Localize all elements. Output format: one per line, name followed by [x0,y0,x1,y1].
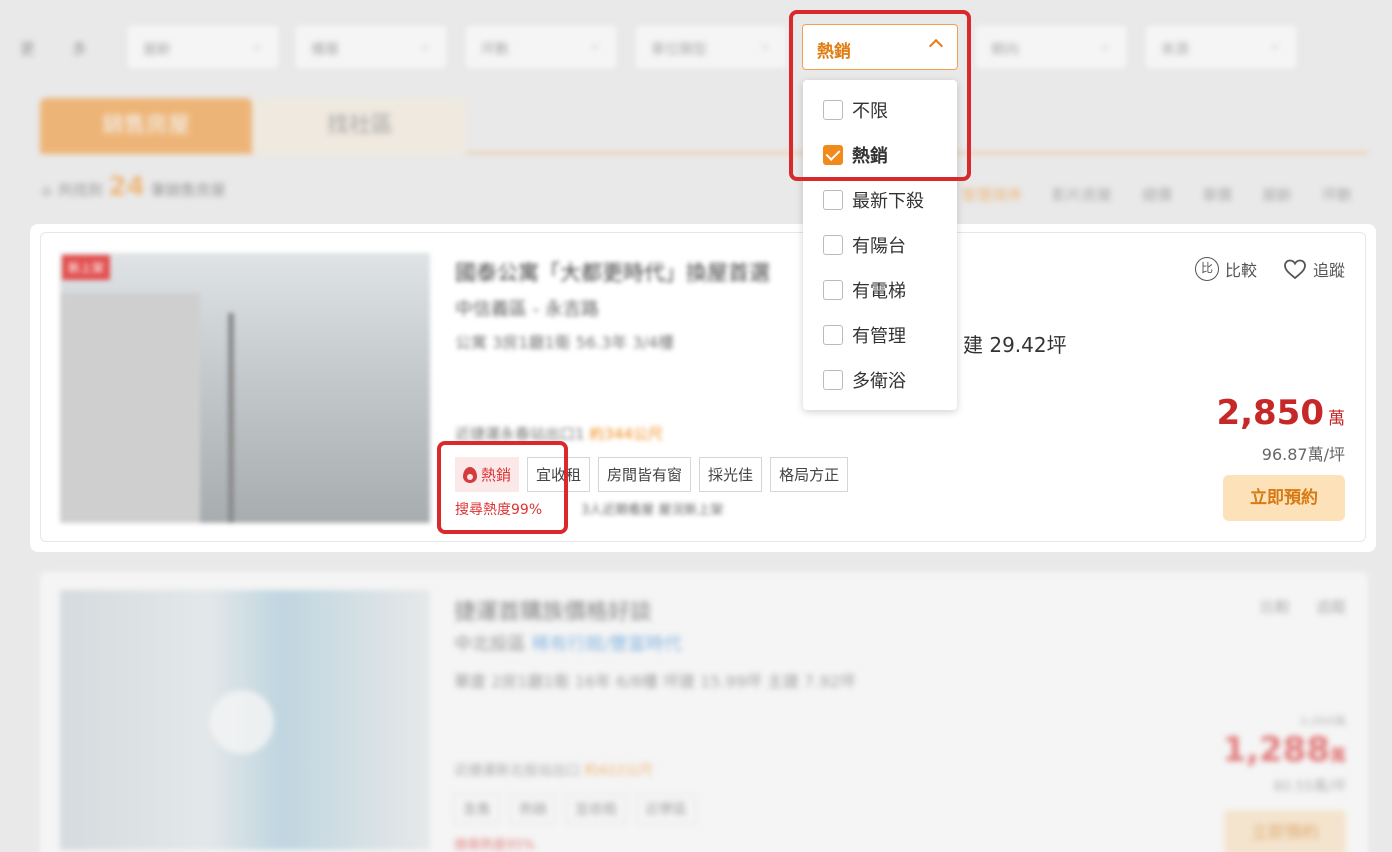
option-elevator[interactable]: 有電梯 [823,275,906,305]
chevron-down-icon: ⌄ [1269,37,1281,53]
sort-size[interactable]: 坪數 [1322,184,1352,205]
fire-icon [463,466,477,483]
tab-for-sale[interactable]: 銷售房屋 [40,98,252,154]
sort-unit-price[interactable]: 單價 [1202,184,1232,205]
listing-details: 公寓 3房1廳1衛 56.3年 3/4樓 [455,333,675,352]
chevron-down-icon: ⌄ [419,37,431,53]
unit-price: 80.55萬/坪 [1273,779,1346,795]
checkbox-checked[interactable] [823,145,843,165]
sort-smart[interactable]: 智慧排序 [962,184,1022,205]
filter-select-parking[interactable]: 車位類型 ⌄ [634,24,788,70]
option-price-drop[interactable]: 最新下殺 [823,185,924,215]
hot-filter-select[interactable]: 熱銷 [802,24,958,70]
option-hot[interactable]: 熱銷 [823,140,888,170]
listing-photo[interactable]: 新上架 [60,253,430,523]
compare-button[interactable]: 比 比較 [1194,257,1257,281]
listing-card-2[interactable]: 捷運首購族價格好談 中北投區 稀有行館/豐富時代 華廈 2房1廳1衛 16年 6… [40,572,1368,852]
chevron-down-icon: ⌄ [1099,37,1111,53]
tag-windows: 房間皆有窗 [598,457,692,492]
option-multi-bath[interactable]: 多衛浴 [823,365,906,395]
listing-mrt: 近捷運新北投站出口 約422公尺 [454,763,654,779]
listing-tags: 熱銷 宜收租 房間皆有窗 採光佳 格局方正 [455,457,849,492]
listing-tags: 急售 熱銷 宜收租 近學區 [454,794,696,824]
filter-row: 更 多 屋齡 ⌄ 樓層 ⌄ 坪數 ⌄ 車位類型 ⌄ 朝向 ⌄ 來源 ⌄ [0,24,1392,70]
sort-video[interactable]: 影片房屋 [1052,184,1112,205]
filter-select-size[interactable]: 坪數 ⌄ [464,24,618,70]
tag: 熱銷 [510,794,556,824]
compare-icon: 比 [1194,257,1219,281]
listing-title[interactable]: 捷運首購族價格好談 [454,594,652,626]
tag-rental: 宜收租 [527,457,591,492]
listing-area: 建 29.42坪 [963,333,1067,357]
tag: 宜收租 [566,794,626,824]
filter-row-label: 更 多 [20,40,103,58]
chevron-down-icon: ⌄ [251,37,263,53]
community-link[interactable]: 稀有行館/豐富時代 [532,634,682,655]
unit-price: 96.87萬/坪 [1261,445,1345,464]
tag-layout: 格局方正 [770,457,849,492]
listing-actions: 比較 追蹤 [1260,596,1346,617]
home-icon: ⌂ [42,181,52,199]
tag: 近學區 [636,794,696,824]
listing-address: 中北投區 稀有行館/豐富時代 [454,634,682,655]
result-count: ⌂ 共找到 24 筆銷售房屋 [42,172,226,202]
checkbox[interactable] [823,370,843,390]
checkbox[interactable] [823,280,843,300]
listing-address: 中信義區 - 永吉路 [455,299,599,320]
listing-actions: 比 比較 追蹤 [1194,257,1345,281]
original-price: 1,350萬 [1299,714,1346,728]
listing-tabs: 銷售房屋 找社區 [40,98,1368,154]
chevron-up-icon [928,38,944,54]
compare-button[interactable]: 比較 [1260,596,1290,617]
listing-card-highlighted: 新上架 國泰公寓「大都更時代」換屋首選 中信義區 - 永吉路 公寓 3房1廳1衛… [30,224,1376,552]
option-management[interactable]: 有管理 [823,320,906,350]
checkbox[interactable] [823,325,843,345]
filter-select-source[interactable]: 來源 ⌄ [1144,24,1298,70]
listing-price: 2,850 萬 [1216,393,1345,433]
play-icon[interactable] [210,690,274,754]
listing-card-1[interactable]: 新上架 國泰公寓「大都更時代」換屋首選 中信義區 - 永吉路 公寓 3房1廳1衛… [40,232,1366,542]
checkbox[interactable] [823,100,843,120]
checkbox[interactable] [823,235,843,255]
chevron-down-icon: ⌄ [759,37,771,53]
tag-lighting: 採光佳 [699,457,763,492]
chevron-down-icon: ⌄ [589,37,601,53]
tag: 急售 [454,794,500,824]
sort-options: 智慧排序 影片房屋 總價 單價 屋齡 坪數 [962,184,1352,205]
listing-mrt: 近捷運永春站出口1 約344公尺 [455,425,663,443]
option-balcony[interactable]: 有陽台 [823,230,906,260]
option-unlimited[interactable]: 不限 [823,95,888,125]
hot-tag: 熱銷 [455,457,520,492]
new-listing-badge: 新上架 [62,255,111,280]
book-button[interactable]: 立即預約 [1224,810,1346,852]
checkbox[interactable] [823,190,843,210]
search-heat: 搜尋熱度95% [454,838,535,852]
book-button[interactable]: 立即預約 [1223,475,1345,521]
filter-select-orientation[interactable]: 朝向 ⌄ [974,24,1128,70]
listing-price: 1,288萬 [1222,730,1346,770]
listing-title[interactable]: 國泰公寓「大都更時代」換屋首選 [455,257,770,287]
follow-button[interactable]: 追蹤 [1283,257,1345,281]
filter-select-floor[interactable]: 樓層 ⌄ [294,24,448,70]
heart-icon [1284,259,1306,280]
listing-extra-info: 3人近期看屋 屋況新上架 [581,503,724,518]
tab-find-community[interactable]: 找社區 [254,98,466,154]
filter-select-age[interactable]: 屋齡 ⌄ [126,24,280,70]
listing-details: 華廈 2房1廳1衛 16年 6/8樓 坪建 15.99坪 主建 7.92坪 [454,672,856,691]
listing-photo[interactable] [60,590,430,850]
search-heat: 搜尋熱度99% [455,502,543,518]
follow-button[interactable]: 追蹤 [1316,596,1346,617]
sort-total-price[interactable]: 總價 [1142,184,1172,205]
hot-filter-menu: 不限 熱銷 最新下殺 有陽台 有電梯 有管理 多衛浴 [803,80,957,410]
sort-age[interactable]: 屋齡 [1262,184,1292,205]
